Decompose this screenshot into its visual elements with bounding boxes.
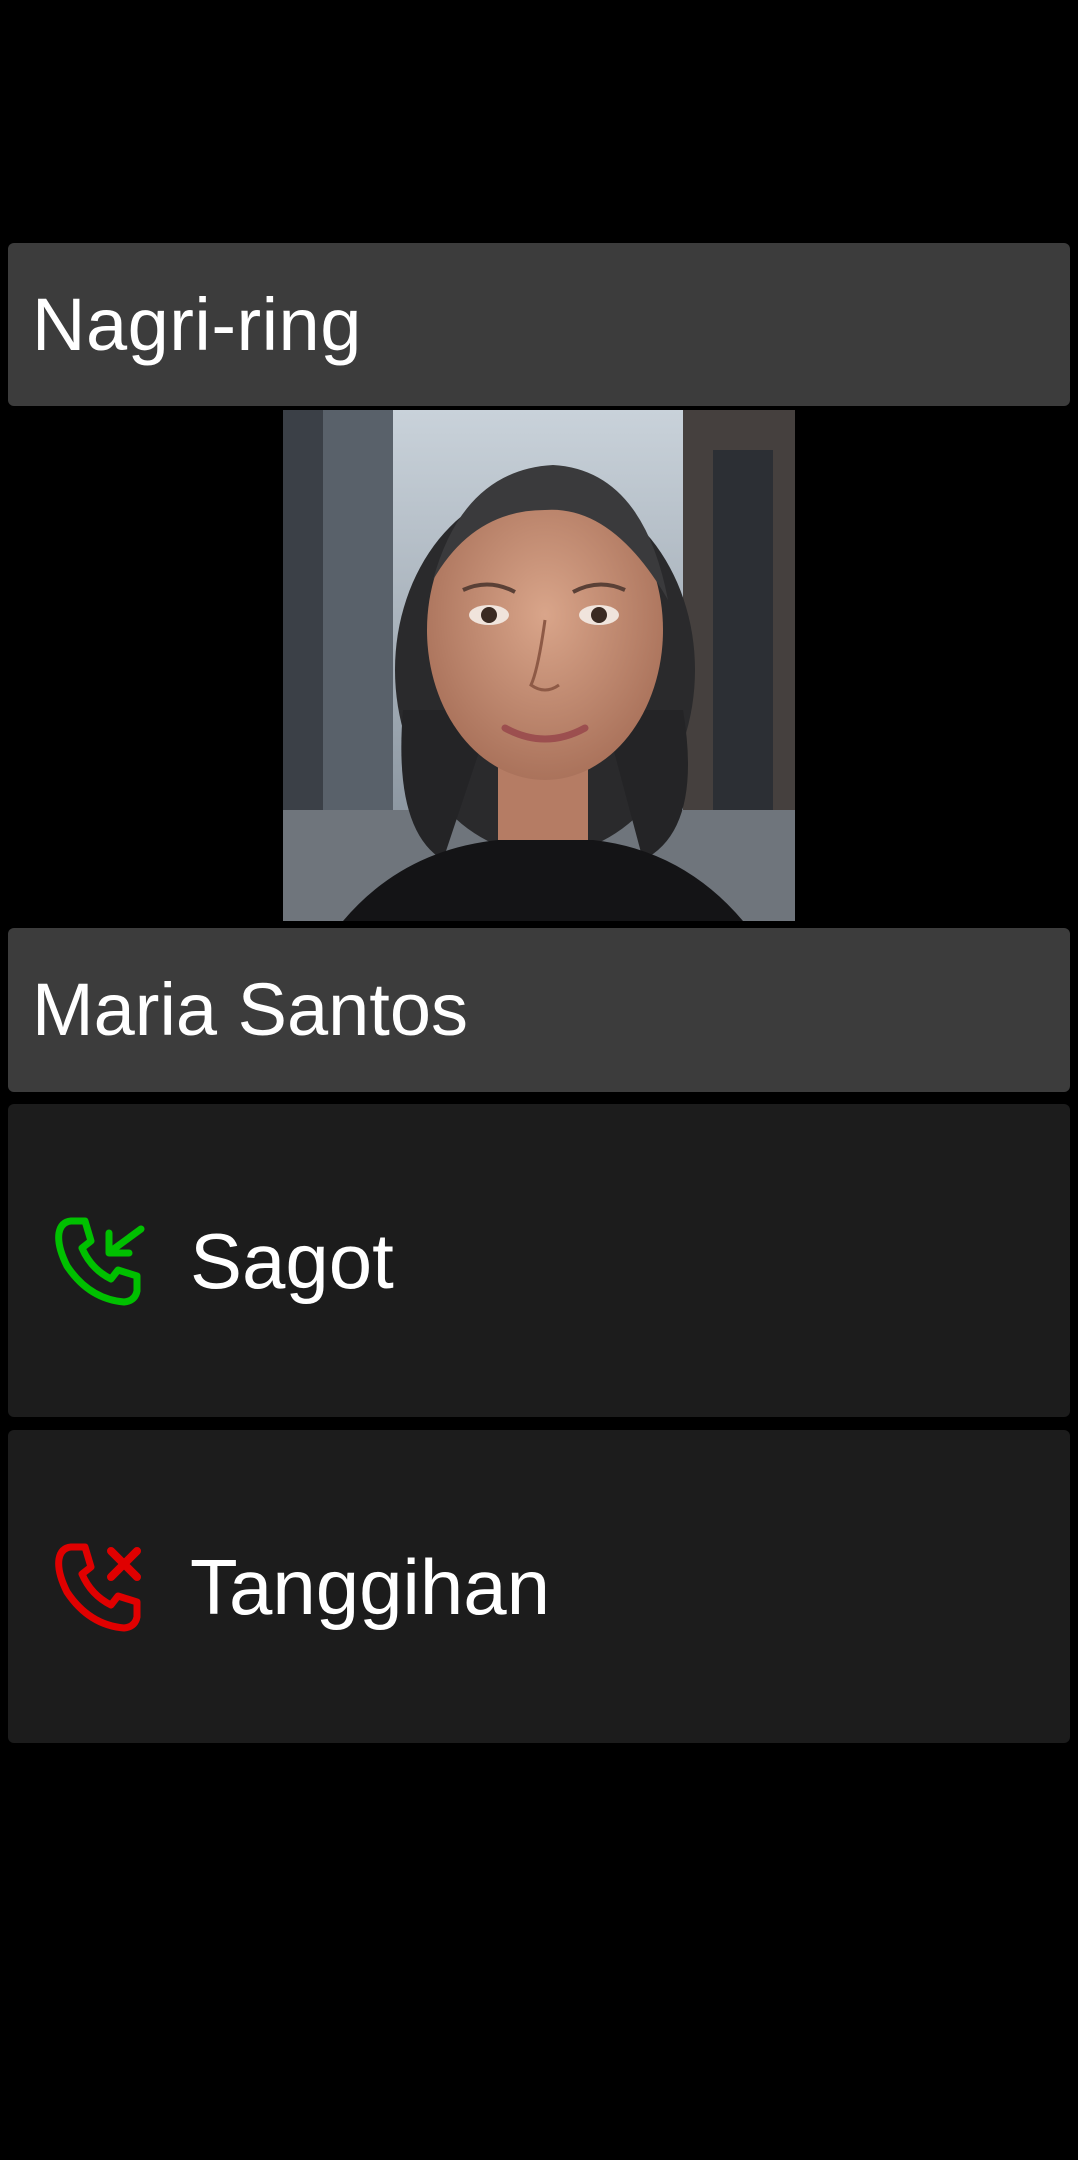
- call-status-bar: Nagri-ring: [8, 243, 1070, 406]
- incoming-call-screen: Nagri-ring Maria Santos Sagot Tanggihan: [0, 0, 1078, 2160]
- caller-photo: [283, 410, 795, 921]
- answer-call-label: Sagot: [190, 1216, 394, 1305]
- decline-call-label: Tanggihan: [190, 1542, 550, 1631]
- incoming-call-icon: [44, 1206, 154, 1316]
- answer-call-button[interactable]: Sagot: [8, 1104, 1070, 1417]
- decline-call-button[interactable]: Tanggihan: [8, 1430, 1070, 1743]
- call-reject-icon: [44, 1532, 154, 1642]
- caller-name-bar: Maria Santos: [8, 928, 1070, 1092]
- caller-name: Maria Santos: [32, 968, 468, 1051]
- call-status-text: Nagri-ring: [32, 282, 362, 366]
